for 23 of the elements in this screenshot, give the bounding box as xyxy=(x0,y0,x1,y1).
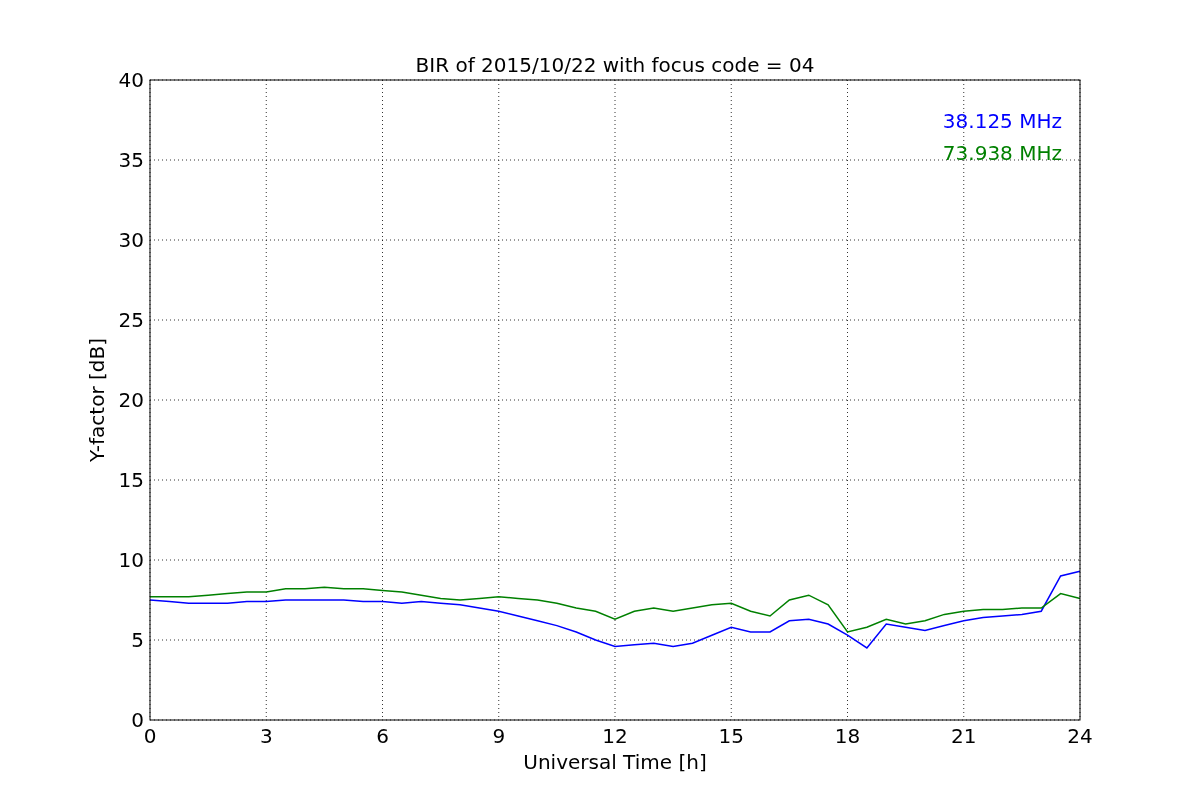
legend-label: 73.938 MHz xyxy=(942,141,1062,165)
y-tick-label: 10 xyxy=(118,548,144,572)
y-tick-label: 5 xyxy=(131,628,144,652)
x-tick-label: 15 xyxy=(718,724,744,748)
x-tick-label: 21 xyxy=(951,724,977,748)
legend-label: 38.125 MHz xyxy=(942,109,1062,133)
y-tick-label: 25 xyxy=(118,308,144,332)
y-tick-label: 30 xyxy=(118,228,144,252)
y-tick-label: 15 xyxy=(118,468,144,492)
y-tick-label: 20 xyxy=(118,388,144,412)
x-tick-label: 9 xyxy=(492,724,506,748)
y-axis-label: Y-factor [dB] xyxy=(85,338,109,462)
x-tick-label: 12 xyxy=(602,724,628,748)
x-axis-label: Universal Time [h] xyxy=(523,750,707,774)
x-tick-label: 6 xyxy=(376,724,389,748)
y-tick-label: 35 xyxy=(118,148,144,172)
y-tick-label: 0 xyxy=(131,708,144,732)
y-tick-label: 40 xyxy=(118,68,144,92)
x-tick-label: 0 xyxy=(143,724,157,748)
x-tick-label: 24 xyxy=(1067,724,1093,748)
x-tick-label: 3 xyxy=(259,724,273,748)
x-tick-label: 18 xyxy=(834,724,861,748)
chart-title: BIR of 2015/10/22 with focus code = 04 xyxy=(415,53,815,77)
